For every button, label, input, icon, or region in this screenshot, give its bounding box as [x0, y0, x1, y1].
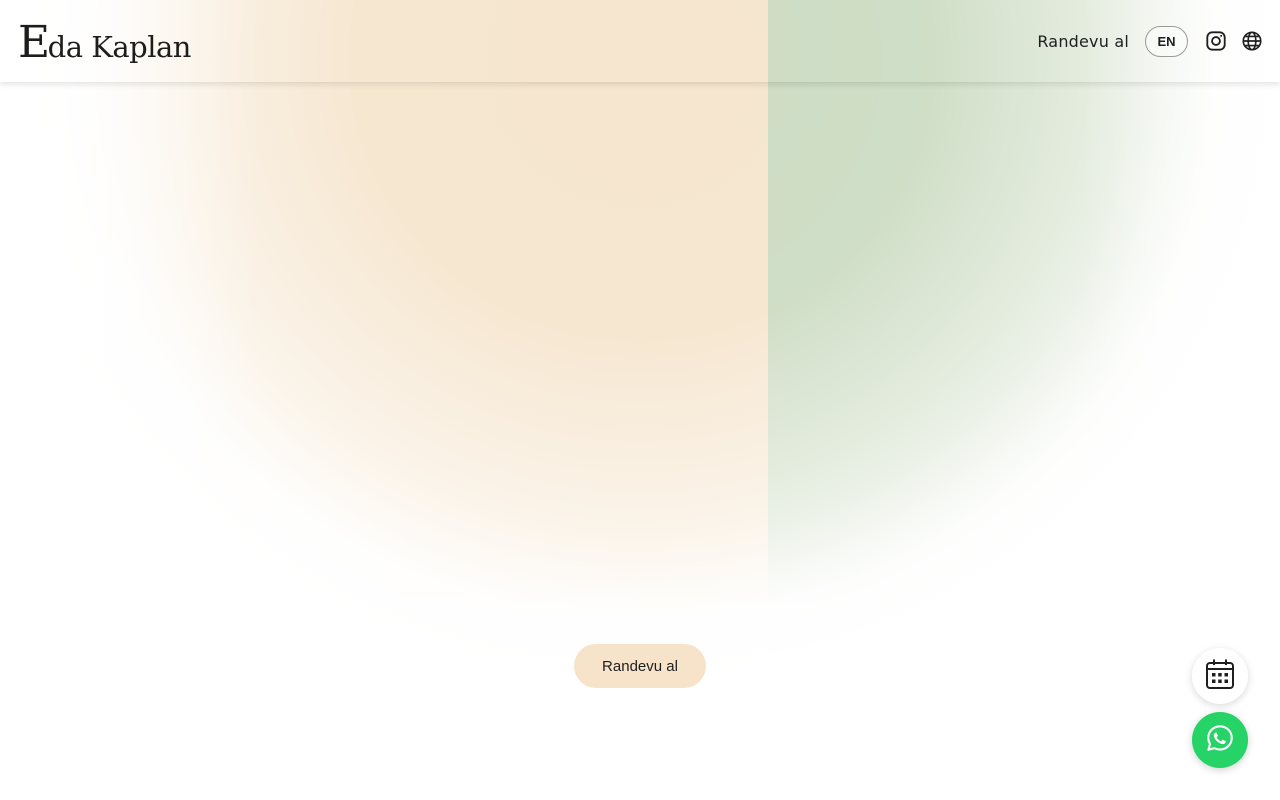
- calendar-fab-button[interactable]: [1192, 648, 1248, 704]
- whatsapp-fab-button[interactable]: [1192, 712, 1248, 768]
- calendar-icon: [1205, 658, 1235, 694]
- hero-appointment-button[interactable]: Randevu al: [574, 644, 706, 688]
- instagram-icon[interactable]: [1204, 29, 1228, 53]
- language-toggle-button[interactable]: EN: [1145, 25, 1188, 57]
- globe-icon[interactable]: [1240, 29, 1264, 53]
- logo-name: da Kaplan: [47, 30, 192, 64]
- page: E da Kaplan Randevu al EN Randevu al: [0, 0, 1280, 800]
- site-header: E da Kaplan Randevu al EN: [0, 0, 1280, 82]
- logo-initial: E: [18, 17, 50, 68]
- whatsapp-icon: [1205, 723, 1235, 757]
- header-nav: Randevu al EN: [1037, 25, 1264, 57]
- nav-appointment-link[interactable]: Randevu al: [1037, 32, 1129, 51]
- site-logo[interactable]: E da Kaplan: [18, 17, 191, 65]
